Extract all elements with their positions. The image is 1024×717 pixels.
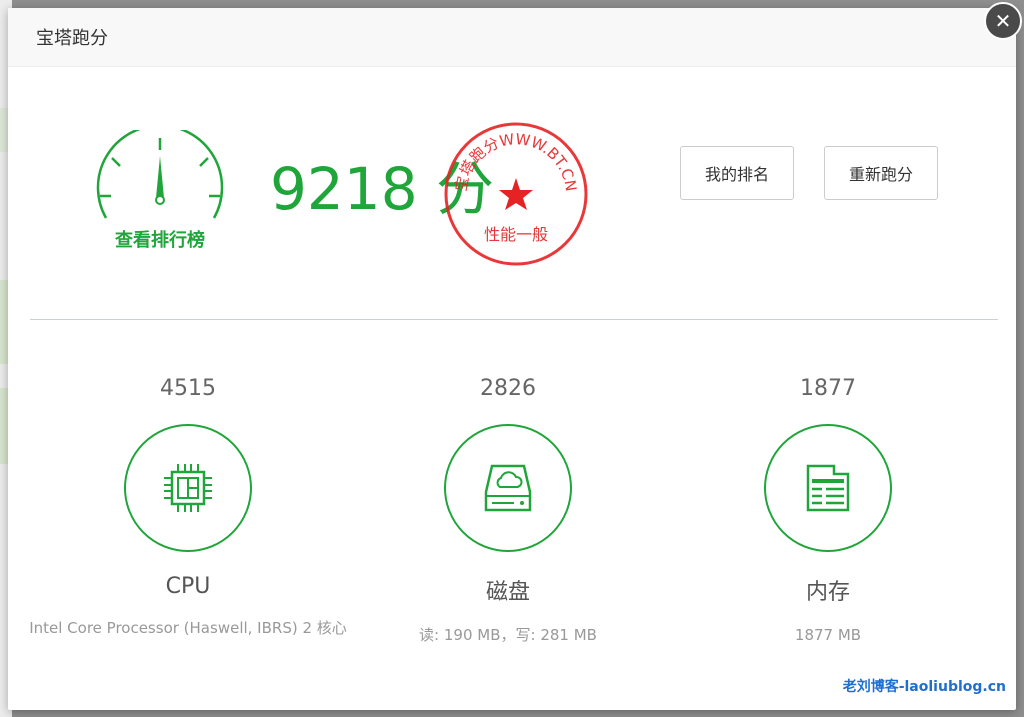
memory-icon-circle [764, 424, 892, 552]
rerun-benchmark-button[interactable]: 重新跑分 [824, 146, 938, 200]
memory-metric: 1877 内存 1877 MB [668, 376, 988, 646]
divider [30, 319, 998, 320]
cpu-score: 4515 [160, 376, 216, 401]
dialog-title: 宝塔跑分 [36, 28, 108, 49]
stamp-star-icon [499, 178, 533, 210]
leaderboard-label: 查看排行榜 [115, 230, 205, 251]
stamp-bottom-text: 性能一般 [484, 225, 548, 244]
leaderboard-gauge[interactable]: 查看排行榜 [90, 124, 230, 251]
memory-label: 内存 [805, 580, 850, 605]
watermark: 老刘博客-laoliublog.cn [842, 679, 1006, 695]
cpu-metric: 4515 CPU Intel Core Processor (Haswell, … [28, 376, 348, 639]
disk-icon-circle [444, 424, 572, 552]
memory-score: 1877 [800, 376, 856, 401]
benchmark-dialog: 宝塔跑分 ✕ 查看排行榜 9218 分 宝塔跑分WWW.BT.CN 性能一般 我… [8, 2, 1022, 710]
cpu-icon-circle [124, 424, 252, 552]
close-button[interactable]: ✕ [984, 2, 1022, 40]
my-rank-button[interactable]: 我的排名 [680, 146, 794, 200]
disk-detail: 读: 190 MB，写: 281 MB [419, 626, 597, 644]
dialog-header: 宝塔跑分 [8, 8, 1016, 67]
close-icon: ✕ [994, 9, 1012, 33]
disk-metric: 2826 磁盘 读: 190 MB，写: 281 MB [348, 376, 668, 646]
performance-stamp: 宝塔跑分WWW.BT.CN 性能一般 [444, 122, 588, 266]
cloud-disk-icon [484, 464, 532, 512]
memory-card-icon [806, 464, 850, 512]
disk-score: 2826 [480, 376, 536, 401]
cpu-chip-icon [164, 464, 212, 512]
memory-detail: 1877 MB [794, 626, 862, 644]
disk-label: 磁盘 [485, 580, 530, 605]
cpu-label: CPU [165, 574, 211, 599]
speedometer-icon [96, 124, 224, 219]
cpu-detail: Intel Core Processor (Haswell, IBRS) 2 核… [29, 619, 347, 637]
